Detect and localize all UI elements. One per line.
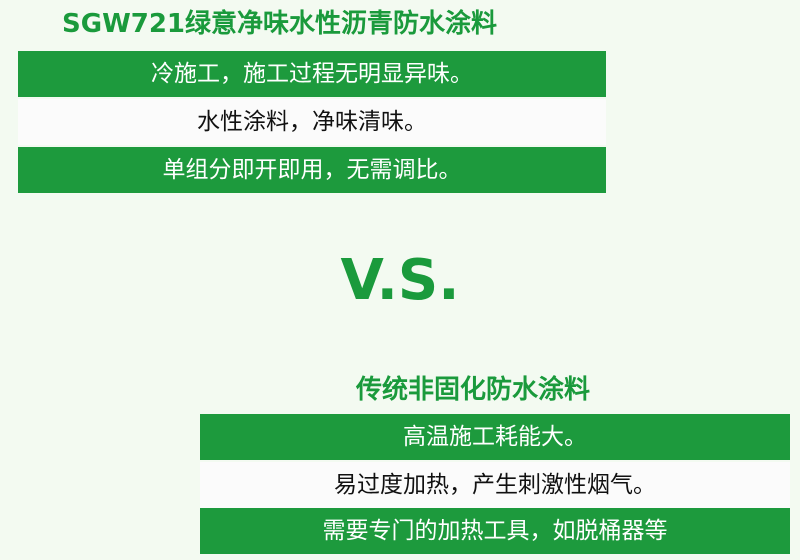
traditional-drawback-2: 易过度加热，产生刺激性烟气。 xyxy=(200,462,790,508)
traditional-drawback-1: 高温施工耗能大。 xyxy=(200,414,790,460)
sgw721-feature-2: 水性涂料，净味清味。 xyxy=(18,99,606,145)
versus-label: V.S. xyxy=(340,248,460,313)
sgw721-product-title: SGW721绿意净味水性沥青防水涂料 xyxy=(62,9,498,39)
traditional-drawback-3: 需要专门的加热工具，如脱桶器等 xyxy=(200,508,790,554)
sgw721-feature-3: 单组分即开即用，无需调比。 xyxy=(18,147,606,193)
sgw721-feature-1: 冷施工，施工过程无明显异味。 xyxy=(18,51,606,97)
traditional-product-title: 传统非固化防水涂料 xyxy=(356,375,591,405)
